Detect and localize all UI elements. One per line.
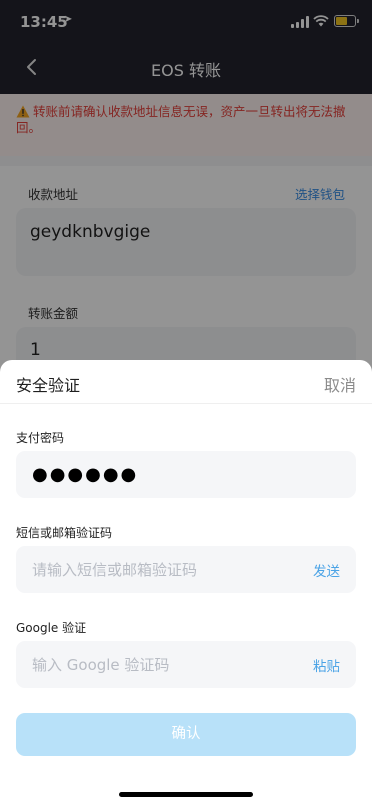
paste-button[interactable]: 粘贴 [313, 655, 340, 675]
password-label: 支付密码 [16, 431, 65, 445]
password-field[interactable]: ●●●●●● [16, 451, 356, 498]
google-code-field[interactable]: 输入 Google 验证码 粘贴 [16, 641, 356, 688]
google-label: Google 验证 [16, 621, 87, 635]
google-placeholder: 输入 Google 验证码 [32, 656, 170, 674]
sheet-divider [0, 403, 372, 404]
code-field[interactable]: 请输入短信或邮箱验证码 发送 [16, 546, 356, 593]
cancel-button[interactable]: 取消 [324, 372, 356, 396]
sheet-title: 安全验证 [16, 376, 81, 395]
code-label: 短信或邮箱验证码 [16, 526, 113, 540]
home-indicator [119, 792, 253, 797]
confirm-button[interactable]: 确认 [16, 713, 356, 756]
send-code-button[interactable]: 发送 [313, 560, 340, 580]
security-verification-sheet: 安全验证 取消 支付密码 ●●●●●● 短信或邮箱验证码 请输入短信或邮箱验证码… [0, 360, 372, 809]
code-placeholder: 请输入短信或邮箱验证码 [32, 561, 198, 579]
password-value: ●●●●●● [32, 464, 139, 485]
